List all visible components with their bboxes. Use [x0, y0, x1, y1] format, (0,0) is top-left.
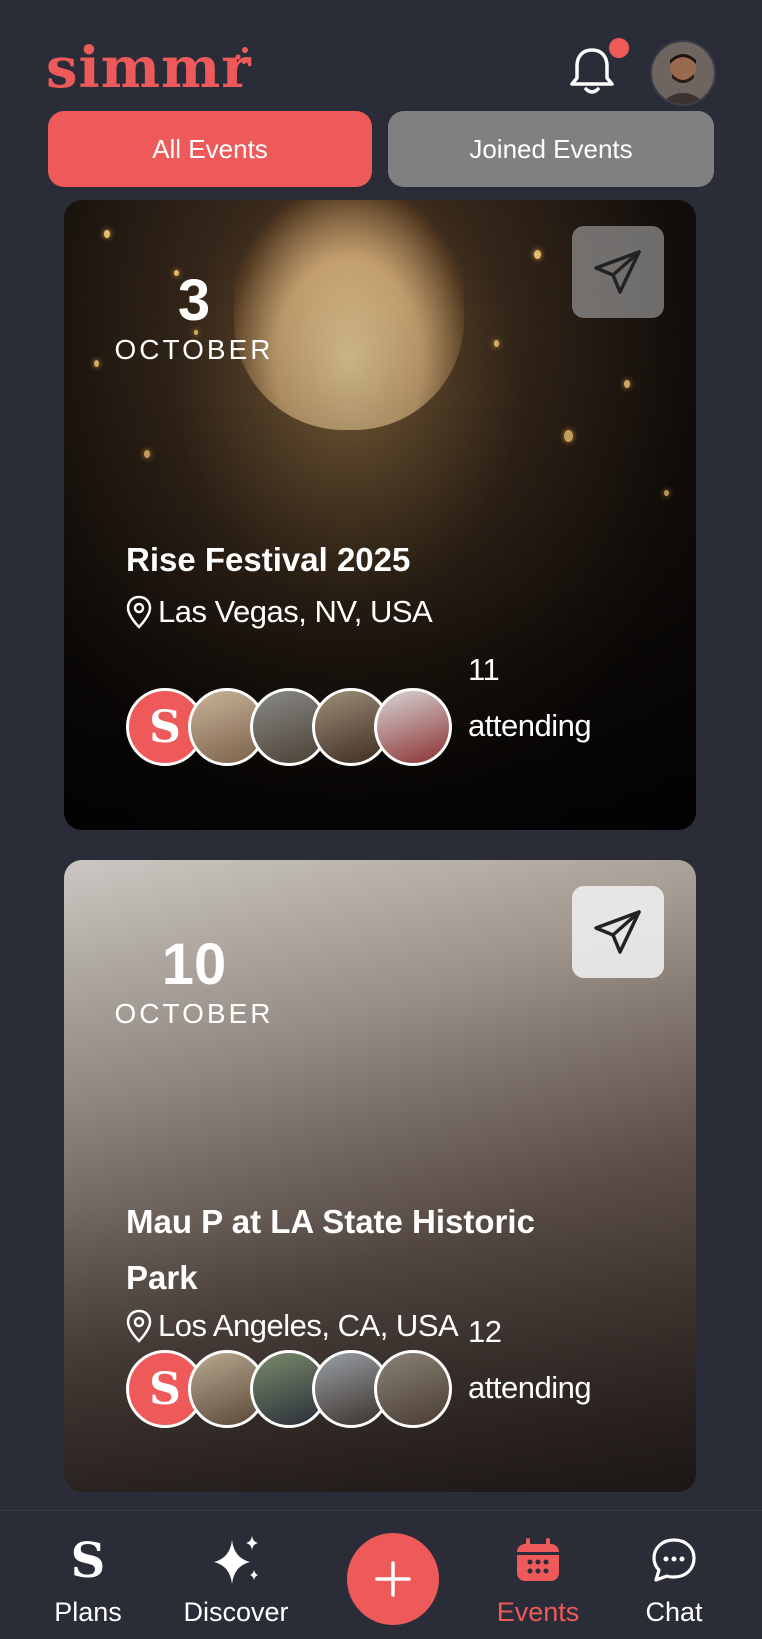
share-button[interactable]	[572, 226, 664, 318]
nav-chat[interactable]: Chat	[634, 1511, 714, 1639]
event-title: Mau P at LA State Historic Park	[126, 1203, 535, 1296]
nav-events[interactable]: Events	[488, 1511, 588, 1639]
share-button[interactable]	[572, 886, 664, 978]
event-location: Los Angeles, CA, USA	[126, 1308, 459, 1344]
attendee-avatars[interactable]: S	[126, 688, 452, 766]
event-month: OCTOBER	[114, 334, 274, 365]
avatar-image	[652, 42, 714, 104]
plus-icon	[375, 1561, 411, 1597]
logo-dots-icon	[235, 47, 248, 64]
event-date: 3 OCTOBER	[104, 268, 284, 366]
event-title: Rise Festival 2025	[126, 541, 411, 578]
bottom-nav: S Plans Discover Events Chat	[0, 1510, 762, 1639]
attendee-avatars[interactable]: S	[126, 1350, 452, 1428]
plans-s-icon: S	[68, 1529, 108, 1591]
event-date: 10 OCTOBER	[104, 932, 284, 1030]
attendee-avatar	[374, 688, 452, 766]
map-pin-icon	[126, 1309, 152, 1343]
event-month: OCTOBER	[114, 998, 274, 1029]
nav-chat-label: Chat	[645, 1597, 703, 1627]
attendee-avatar	[374, 1350, 452, 1428]
svg-text:S: S	[71, 1535, 106, 1585]
attending-count: 12 attending	[468, 1304, 628, 1416]
event-day: 3	[177, 268, 211, 333]
create-event-button[interactable]	[347, 1533, 439, 1625]
event-card[interactable]: 3 OCTOBER Rise Festival 2025 Las Vegas, …	[64, 200, 696, 830]
app-header: simmr	[0, 0, 762, 110]
nav-plans[interactable]: S Plans	[40, 1511, 136, 1639]
tab-all-events[interactable]: All Events	[48, 111, 372, 187]
sparkles-icon	[210, 1529, 262, 1591]
tab-joined-events[interactable]: Joined Events	[388, 111, 714, 187]
attending-number: 11	[468, 652, 500, 687]
attending-number: 12	[468, 1314, 502, 1349]
location-text: Las Vegas, NV, USA	[158, 594, 433, 629]
nav-plans-label: Plans	[54, 1597, 122, 1627]
nav-discover-label: Discover	[183, 1597, 289, 1627]
attending-label: attending	[468, 708, 592, 743]
app-logo: simmr	[46, 35, 252, 101]
attending-label: attending	[468, 1370, 592, 1405]
nav-events-label: Events	[496, 1597, 580, 1627]
event-card[interactable]: 10 OCTOBER Mau P at LA State Historic Pa…	[64, 860, 696, 1492]
paper-plane-icon	[594, 910, 641, 954]
profile-avatar[interactable]	[650, 40, 716, 106]
paper-plane-icon	[594, 250, 641, 294]
event-day: 10	[161, 932, 227, 997]
calendar-icon	[514, 1529, 562, 1591]
event-filter-tabs: All Events Joined Events	[48, 111, 714, 187]
event-location: Las Vegas, NV, USA	[126, 594, 433, 630]
location-text: Los Angeles, CA, USA	[158, 1308, 459, 1343]
attending-count: 11 attending	[468, 642, 628, 754]
map-pin-icon	[126, 595, 152, 629]
notification-badge	[609, 38, 629, 58]
chat-bubble-icon	[650, 1529, 698, 1591]
nav-discover[interactable]: Discover	[176, 1511, 296, 1639]
